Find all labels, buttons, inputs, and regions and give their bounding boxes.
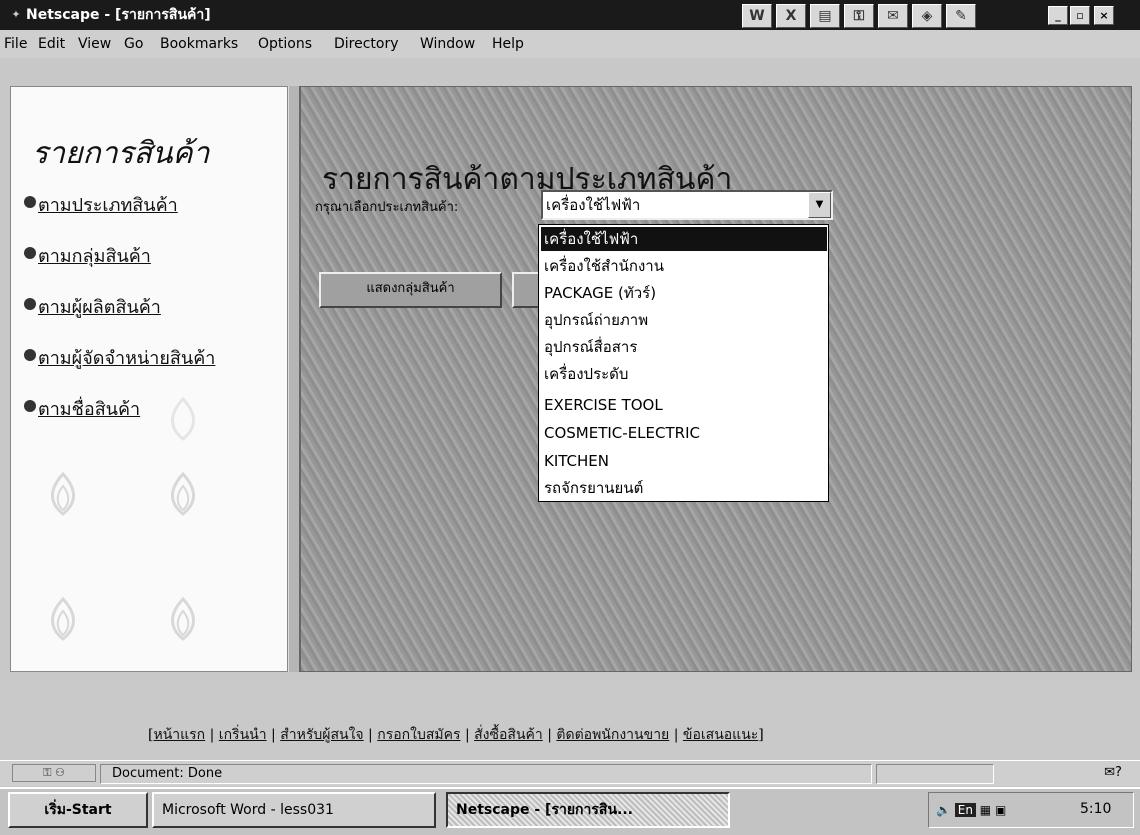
tray-icons: 🔈 En ▦ ▣ [936, 800, 1006, 820]
maximize-button[interactable]: ▫ [1070, 6, 1090, 25]
close-button[interactable]: × [1094, 6, 1114, 25]
taskbar-netscape-button[interactable]: Netscape - [รายการสิน... [446, 792, 730, 828]
book-icon[interactable]: ◈ [912, 4, 942, 28]
excel-icon[interactable]: X [776, 4, 806, 28]
category-select-value: เครื่องใช้ไฟฟ้า [546, 196, 641, 214]
menu-view[interactable]: View [78, 34, 111, 54]
mail-icon[interactable]: ✉? [1096, 764, 1130, 782]
dropdown-option[interactable]: รถจักรยานยนต์ [541, 476, 827, 500]
menu-window[interactable]: Window [420, 34, 475, 54]
lotus-icon [51, 596, 75, 641]
menu-file[interactable]: File [4, 34, 27, 54]
window-title: Netscape - [รายการสินค้า] [26, 7, 211, 23]
footer-link-feedback[interactable]: ข้อเสนอแนะ [683, 727, 758, 743]
footer-nav: [หน้าแรก | เกริ่นนำ | สำหรับผู้สนใจ | กร… [148, 727, 764, 743]
security-key-icon[interactable]: ⚿ ⚇ [12, 764, 96, 782]
dropdown-option[interactable]: อุปกรณ์ถ่ายภาพ [541, 308, 827, 332]
dropdown-option[interactable]: เครื่องใช้ไฟฟ้า [541, 227, 827, 251]
menu-go[interactable]: Go [124, 34, 143, 54]
bullet-icon [24, 196, 36, 208]
language-indicator[interactable]: En [954, 803, 976, 817]
access-icon[interactable]: ⚿ [844, 4, 874, 28]
footer-frame [0, 680, 1140, 760]
lotus-icon [171, 471, 195, 516]
footer-link-interested[interactable]: สำหรับผู้สนใจ [280, 727, 363, 743]
clock: 5:10 [1080, 801, 1112, 817]
left-frame-title: รายการสินค้า [32, 136, 210, 171]
taskbar-word-button[interactable]: Microsoft Word - less031 [152, 792, 436, 828]
tools-icon[interactable]: ✎ [946, 4, 976, 28]
link-by-type[interactable]: ตามประเภทสินค้า [38, 190, 178, 218]
menu-bookmarks[interactable]: Bookmarks [160, 34, 238, 54]
netscape-icon: ✦ [11, 8, 21, 21]
show-group-button[interactable]: แสดงกลุ่มสินค้า [319, 272, 502, 308]
menu-help[interactable]: Help [492, 34, 524, 54]
link-by-manufacturer[interactable]: ตามผู้ผลิตสินค้า [38, 292, 161, 320]
dropdown-option[interactable]: COSMETIC-ELECTRIC [541, 421, 827, 445]
dropdown-option[interactable]: อุปกรณ์สื่อสาร [541, 335, 827, 359]
bullet-icon [24, 349, 36, 361]
dropdown-option[interactable]: PACKAGE (ทัวร์) [541, 281, 827, 305]
link-by-distributor[interactable]: ตามผู้จัดจำหน่ายสินค้า [38, 343, 215, 371]
word-icon[interactable]: W [742, 4, 772, 28]
network-icon[interactable]: ▦ [980, 803, 991, 817]
dropdown-option[interactable]: KITCHEN [541, 449, 827, 473]
powerpoint-icon[interactable]: ▤ [810, 4, 840, 28]
dropdown-option[interactable]: EXERCISE TOOL [541, 393, 827, 417]
bullet-icon [24, 247, 36, 259]
status-progress [876, 764, 994, 784]
start-button[interactable]: เริ่ม-Start [8, 792, 148, 828]
status-text: Document: Done [112, 766, 223, 781]
bullet-icon [24, 400, 36, 412]
footer-link-contact-sales[interactable]: ติดต่อพนักงานขาย [556, 727, 669, 743]
menu-directory[interactable]: Directory [334, 34, 399, 54]
link-by-name[interactable]: ตามชื่อสินค้า [38, 394, 140, 422]
dropdown-option[interactable]: เครื่องใช้สำนักงาน [541, 254, 827, 278]
bullet-icon [24, 298, 36, 310]
footer-link-order[interactable]: สั่งซื้อสินค้า [474, 727, 543, 743]
speaker-icon[interactable]: 🔈 [936, 803, 951, 817]
lotus-icon [171, 596, 195, 641]
footer-link-apply[interactable]: กรอกใบสมัคร [377, 727, 460, 743]
monitor-icon[interactable]: ▣ [995, 803, 1006, 817]
minimize-button[interactable]: _ [1048, 6, 1068, 25]
outlook-icon[interactable]: ✉ [878, 4, 908, 28]
frame-splitter[interactable] [288, 86, 300, 672]
footer-link-intro[interactable]: เกริ่นนำ [219, 727, 267, 743]
footer-link-home[interactable]: หน้าแรก [153, 727, 205, 743]
lotus-icon [171, 396, 195, 441]
link-by-group[interactable]: ตามกลุ่มสินค้า [38, 241, 151, 269]
dropdown-option[interactable]: เครื่องประดับ [541, 362, 827, 386]
category-select-label: กรุณาเลือกประเภทสินค้า: [315, 200, 459, 215]
menu-options[interactable]: Options [258, 34, 312, 54]
menu-edit[interactable]: Edit [38, 34, 65, 54]
chevron-down-icon[interactable]: ▼ [808, 192, 831, 218]
lotus-icon [51, 471, 75, 516]
